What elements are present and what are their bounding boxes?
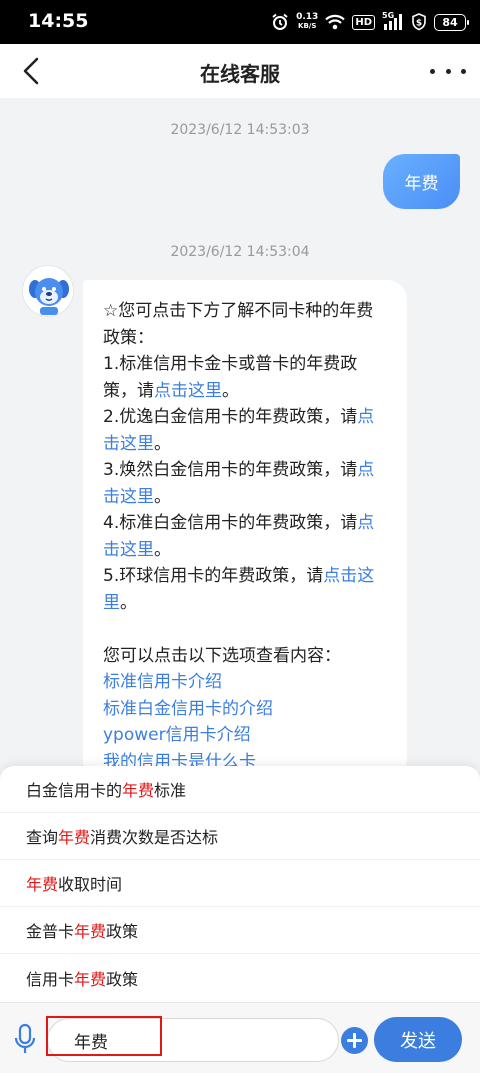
- voice-input-button[interactable]: [10, 1021, 40, 1057]
- click-here-link-platinum[interactable]: 击这里: [103, 540, 154, 560]
- more-options-button[interactable]: [430, 58, 466, 84]
- suggestion-panel: 白金信用卡的 年费 标准 查询 年费 消费次数是否达标 年费 收取时间 金普卡 年费 政策 信…: [0, 766, 480, 1002]
- message-timestamp: 2023/6/12 14:53:04: [170, 244, 310, 260]
- net-speed-unit: KB/S: [298, 22, 317, 30]
- bot-text-line: 5.环球信用卡的年费政策，请点击这: [103, 563, 387, 590]
- suggestion-text: 收取时间: [58, 875, 123, 894]
- suggestion-text: 政策: [106, 922, 139, 941]
- microphone-icon: [14, 1023, 36, 1053]
- bot-text-line: 里。: [103, 590, 387, 617]
- bot-text-line: 1.标准信用卡金卡或普卡的年费政: [103, 354, 358, 374]
- bot-avatar: [22, 265, 74, 317]
- bot-text: 5.环球信用卡的年费政策，请: [103, 566, 324, 586]
- status-bar: 14:55 0.13 KB/S HD 5G $ 84: [0, 0, 480, 44]
- message-input[interactable]: [47, 1018, 339, 1062]
- suggestion-item[interactable]: 金普卡 年费 政策: [0, 907, 480, 954]
- bot-text: 。: [154, 486, 171, 507]
- suggestion-keyword: 年费: [26, 875, 59, 894]
- message-timestamp: 2023/6/12 14:53:03: [170, 122, 310, 138]
- bot-text-line: 击这里。: [103, 431, 387, 458]
- status-icons: 0.13 KB/S HD 5G $ 84: [271, 8, 469, 36]
- suggestion-text: 金普卡: [26, 922, 75, 941]
- bot-text: 4.标准白金信用卡的年费政策，请: [103, 513, 358, 533]
- suggestion-text: 标准: [154, 781, 187, 800]
- option-link[interactable]: 标准信用卡介绍: [103, 669, 387, 696]
- dot-icon: [445, 68, 451, 74]
- suggestion-item[interactable]: 信用卡 年费 政策: [0, 954, 480, 1001]
- bot-text: 策，请: [103, 380, 154, 401]
- bot-text-line: 击这里。: [103, 484, 387, 511]
- click-here-link-standard[interactable]: 点击这里: [154, 381, 222, 401]
- bot-text-line: 3.焕然白金信用卡的年费政策，请点: [103, 457, 387, 484]
- suggestion-keyword: 年费: [74, 922, 107, 941]
- bot-text-line: ☆您可点击下方了解不同卡种的年费: [103, 301, 374, 321]
- bot-text: 。: [154, 433, 171, 454]
- click-here-link-global[interactable]: 里: [103, 593, 120, 613]
- bot-text: 2.优逸白金信用卡的年费政策，请: [103, 407, 358, 427]
- app-header: 在线客服: [0, 44, 480, 98]
- click-here-link-platinum[interactable]: 点: [357, 513, 374, 533]
- bot-text-line: 4.标准白金信用卡的年费政策，请点: [103, 510, 387, 537]
- bot-text: 。: [154, 539, 171, 560]
- suggestion-item[interactable]: 查询 年费 消费次数是否达标: [0, 813, 480, 860]
- option-link[interactable]: 标准白金信用卡的介绍: [103, 696, 387, 723]
- suggestion-item[interactable]: 年费 收取时间: [0, 860, 480, 907]
- bot-text-line: 策，请点击这里。: [103, 378, 387, 405]
- suggestion-text: 白金信用卡的: [26, 781, 123, 800]
- bot-text-line: 政策：: [103, 327, 154, 348]
- wifi-icon: [325, 14, 346, 30]
- send-button[interactable]: 发送: [374, 1017, 462, 1062]
- svg-text:$: $: [416, 19, 422, 29]
- net-speed: 0.13 KB/S: [296, 13, 318, 31]
- option-link[interactable]: ypower信用卡介绍: [103, 722, 387, 749]
- dot-icon: [430, 68, 435, 74]
- suggestion-text: 消费次数是否达标: [90, 828, 219, 847]
- suggestion-text: 政策: [106, 969, 139, 989]
- suggestion-item[interactable]: 白金信用卡的 年费 标准: [0, 766, 480, 813]
- bot-message-bubble: ☆您可点击下方了解不同卡种的年费 政策： 1.标准信用卡金卡或普卡的年费政 策，…: [83, 280, 407, 780]
- bot-text-line: 2.优逸白金信用卡的年费政策，请点: [103, 404, 387, 431]
- click-here-link-global[interactable]: 点击这: [323, 566, 374, 586]
- hd-badge: HD: [352, 14, 375, 30]
- suggestion-text: 查询: [26, 828, 59, 847]
- options-intro: 您可以点击以下选项查看内容：: [103, 645, 341, 666]
- dot-icon: [461, 68, 466, 74]
- bot-text: 。: [222, 380, 239, 401]
- bot-text: 3.焕然白金信用卡的年费政策，请: [103, 460, 358, 480]
- suggestion-keyword: 年费: [58, 828, 91, 847]
- suggestion-keyword: 年费: [74, 969, 107, 989]
- user-message-bubble: 年费: [383, 154, 460, 209]
- suggestion-text: 信用卡: [26, 969, 75, 989]
- battery-indicator: 84: [434, 13, 469, 31]
- add-button[interactable]: [341, 1027, 368, 1054]
- click-here-link-youyi[interactable]: 点: [357, 407, 374, 427]
- net-speed-value: 0.13: [296, 12, 319, 22]
- click-here-link-huanran[interactable]: 击这里: [103, 487, 154, 507]
- status-time: 14:55: [28, 10, 89, 32]
- bot-text: 。: [120, 592, 137, 613]
- robot-dog-icon: [29, 278, 69, 315]
- alarm-icon: [272, 13, 288, 30]
- click-here-link-youyi[interactable]: 击这里: [103, 434, 154, 454]
- page-title: 在线客服: [200, 62, 280, 86]
- input-bar: 发送: [0, 1002, 480, 1073]
- shield-dollar-icon: $: [412, 13, 426, 31]
- suggestion-keyword: 年费: [122, 781, 155, 800]
- bot-text-line: 击这里。: [103, 537, 387, 564]
- signal-icon: 5G: [382, 11, 404, 31]
- click-here-link-huanran[interactable]: 点: [357, 460, 374, 480]
